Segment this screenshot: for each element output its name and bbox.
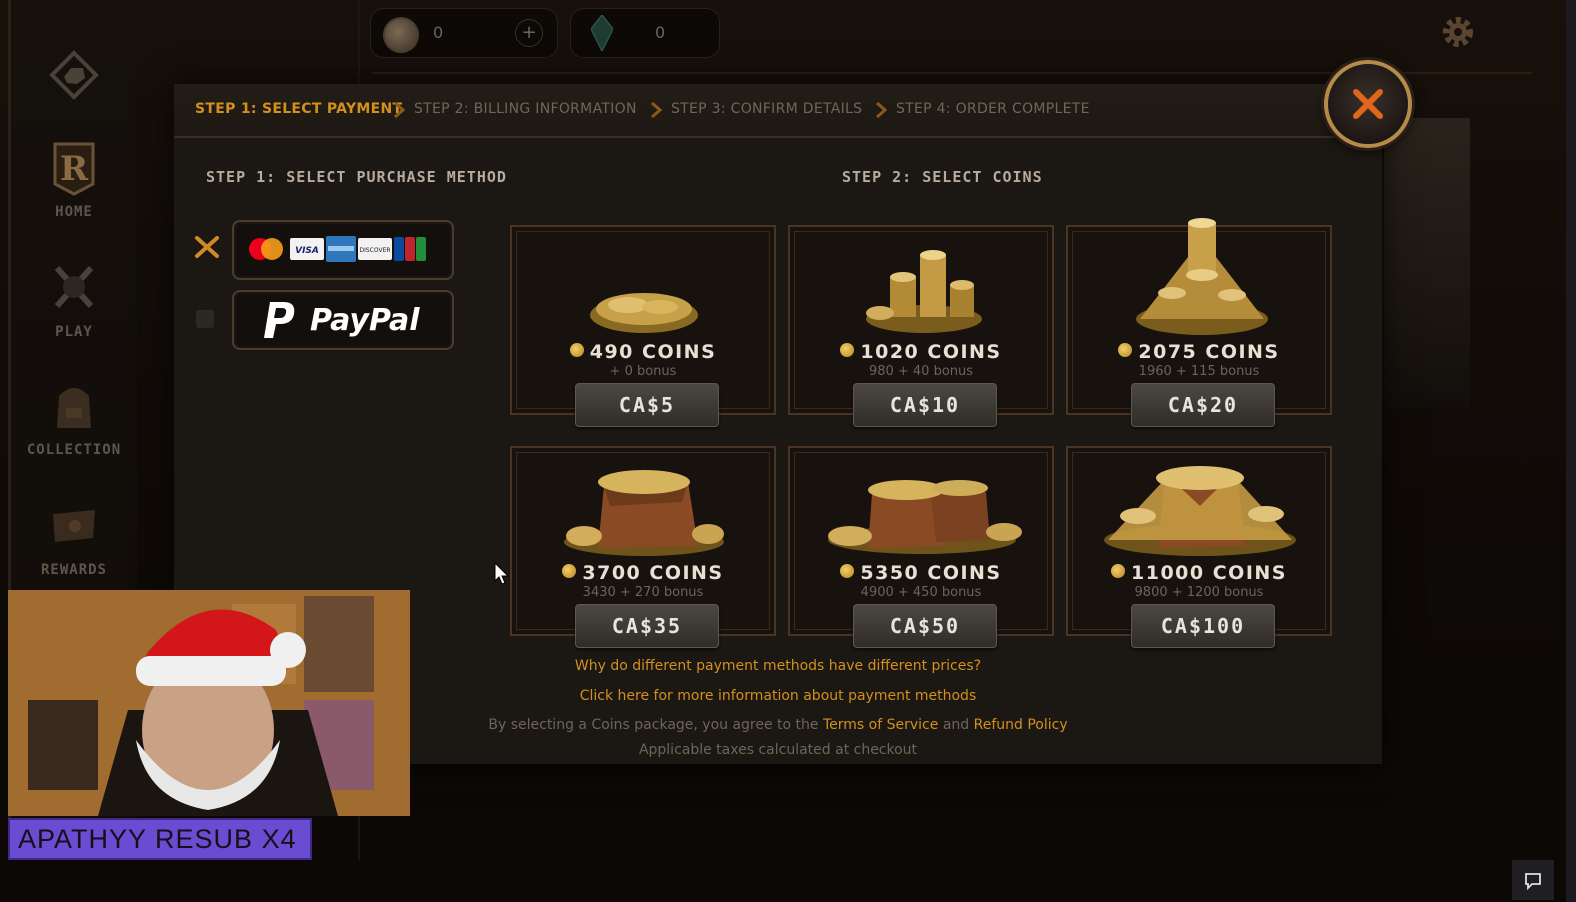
close-button[interactable] — [1324, 60, 1412, 148]
webcam-overlay — [8, 590, 410, 816]
resub-banner: APATHYY RESUB X4 — [8, 818, 312, 860]
refund-policy-link[interactable]: Refund Policy — [974, 717, 1068, 733]
step-billing-information: STEP 2: BILLING INFORMATION — [414, 101, 637, 117]
buy-button[interactable]: CA$10 — [853, 383, 997, 427]
coin-icon — [569, 343, 584, 357]
coins-balance: 0 + — [370, 8, 558, 58]
crossed-swords-icon — [54, 265, 94, 309]
card-brands-icon: VISA DISCOVER — [249, 236, 426, 262]
sidebar-item-rewards[interactable]: REWARDS — [11, 498, 137, 578]
terms-of-service-link[interactable]: Terms of Service — [823, 717, 938, 733]
chevron-right-icon — [651, 102, 662, 118]
checkout-steps: STEP 1: SELECT PAYMENT STEP 2: BILLING I… — [174, 84, 1382, 138]
coin-package-card[interactable]: 3700 COINS 3430 + 270 bonus CA$35 — [510, 446, 776, 648]
buy-button[interactable]: CA$35 — [575, 604, 719, 648]
coin-icon — [1111, 564, 1126, 578]
backpack-icon — [57, 388, 91, 428]
fist-logo-icon[interactable] — [49, 50, 99, 100]
chevron-right-icon — [876, 102, 887, 118]
sidebar-item-label: HOME — [55, 204, 93, 220]
package-bonus: 1960 + 115 bonus — [1138, 364, 1260, 379]
shards-balance: 0 — [570, 8, 720, 58]
scrollbar[interactable] — [1566, 0, 1576, 902]
shards-balance-value: 0 — [655, 23, 666, 42]
svg-text:R: R — [60, 149, 89, 189]
package-title: 5350 COINS — [790, 562, 1052, 584]
paypal-logo-icon — [264, 302, 295, 338]
paypal-label: PayPal — [310, 303, 420, 338]
sidebar-item-home[interactable]: R HOME — [11, 140, 137, 220]
step-confirm-details: STEP 3: CONFIRM DETAILS — [671, 101, 863, 117]
coin-package-card[interactable]: 5350 COINS 4900 + 450 bonus CA$50 — [788, 446, 1054, 648]
selected-check-icon — [195, 236, 219, 258]
coin-stacks-icon — [866, 250, 982, 333]
paypal-radio[interactable] — [196, 310, 214, 328]
buy-button[interactable]: CA$20 — [1131, 383, 1275, 427]
close-icon — [1353, 89, 1383, 119]
chevron-right-icon — [394, 102, 405, 118]
package-bonus: 9800 + 1200 bonus — [1134, 585, 1264, 600]
buy-button[interactable]: CA$5 — [575, 383, 719, 427]
coin-pile-icon — [590, 293, 698, 333]
treasure-bag-icon — [564, 470, 724, 556]
coin-icon — [840, 343, 855, 357]
buy-button[interactable]: CA$100 — [1131, 604, 1275, 648]
purchase-method-heading: STEP 1: SELECT PURCHASE METHOD — [206, 168, 507, 186]
gear-icon[interactable] — [1440, 14, 1476, 50]
coin-package-card[interactable]: 1020 COINS 980 + 40 bonus CA$10 — [788, 225, 1054, 427]
shard-icon — [591, 15, 613, 51]
coin-package-card[interactable]: 11000 COINS 9800 + 1200 bonus CA$100 — [1066, 446, 1332, 648]
background-art — [1384, 118, 1470, 408]
chat-button[interactable] — [1512, 860, 1554, 900]
package-title: 3700 COINS — [512, 562, 774, 584]
package-title: 11000 COINS — [1068, 562, 1330, 584]
package-bonus: + 0 bonus — [609, 364, 677, 379]
package-bonus: 4900 + 450 bonus — [860, 585, 982, 600]
sidebar-item-collection[interactable]: COLLECTION — [11, 378, 137, 458]
sidebar-item-label: COLLECTION — [26, 442, 122, 458]
svg-text:VISA: VISA — [295, 246, 319, 256]
svg-text:DISCOVER: DISCOVER — [359, 247, 390, 254]
coin-heap-icon — [1136, 218, 1268, 335]
coins-balance-value: 0 — [433, 23, 444, 42]
coin-icon — [562, 564, 577, 578]
coin-icon — [840, 564, 855, 578]
step-select-payment: STEP 1: SELECT PAYMENT — [195, 101, 403, 117]
scroll-map-icon — [53, 510, 95, 542]
paypal-payment-option[interactable]: PayPal — [232, 290, 454, 350]
chat-bubble-icon — [1525, 873, 1541, 890]
coin-package-card[interactable]: 490 COINS + 0 bonus CA$5 — [510, 225, 776, 427]
treasure-hoard-icon — [1104, 466, 1296, 556]
package-bonus: 3430 + 270 bonus — [582, 585, 704, 600]
rune-r-icon: R — [53, 142, 95, 196]
sidebar-item-label: PLAY — [55, 324, 93, 340]
package-title: 490 COINS — [512, 341, 774, 363]
step-order-complete: STEP 4: ORDER COMPLETE — [896, 101, 1090, 117]
resub-text: APATHYY RESUB X4 — [18, 824, 297, 854]
coin-icon — [1118, 343, 1133, 357]
package-title: 2075 COINS — [1068, 341, 1330, 363]
card-payment-option[interactable]: VISA DISCOVER — [232, 220, 454, 280]
treasure-bags-icon — [828, 480, 1022, 554]
package-title: 1020 COINS — [790, 341, 1052, 363]
select-coins-heading: STEP 2: SELECT COINS — [842, 168, 1043, 186]
add-coins-button[interactable]: + — [515, 19, 543, 47]
package-bonus: 980 + 40 bonus — [868, 364, 974, 379]
coin-icon — [383, 17, 419, 53]
sidebar-item-play[interactable]: PLAY — [11, 260, 137, 340]
streamer-avatar — [8, 590, 410, 816]
mouse-cursor-icon — [494, 562, 510, 585]
sidebar-item-label: REWARDS — [40, 562, 107, 578]
coin-package-card[interactable]: 2075 COINS 1960 + 115 bonus CA$20 — [1066, 218, 1332, 427]
buy-button[interactable]: CA$50 — [853, 604, 997, 648]
